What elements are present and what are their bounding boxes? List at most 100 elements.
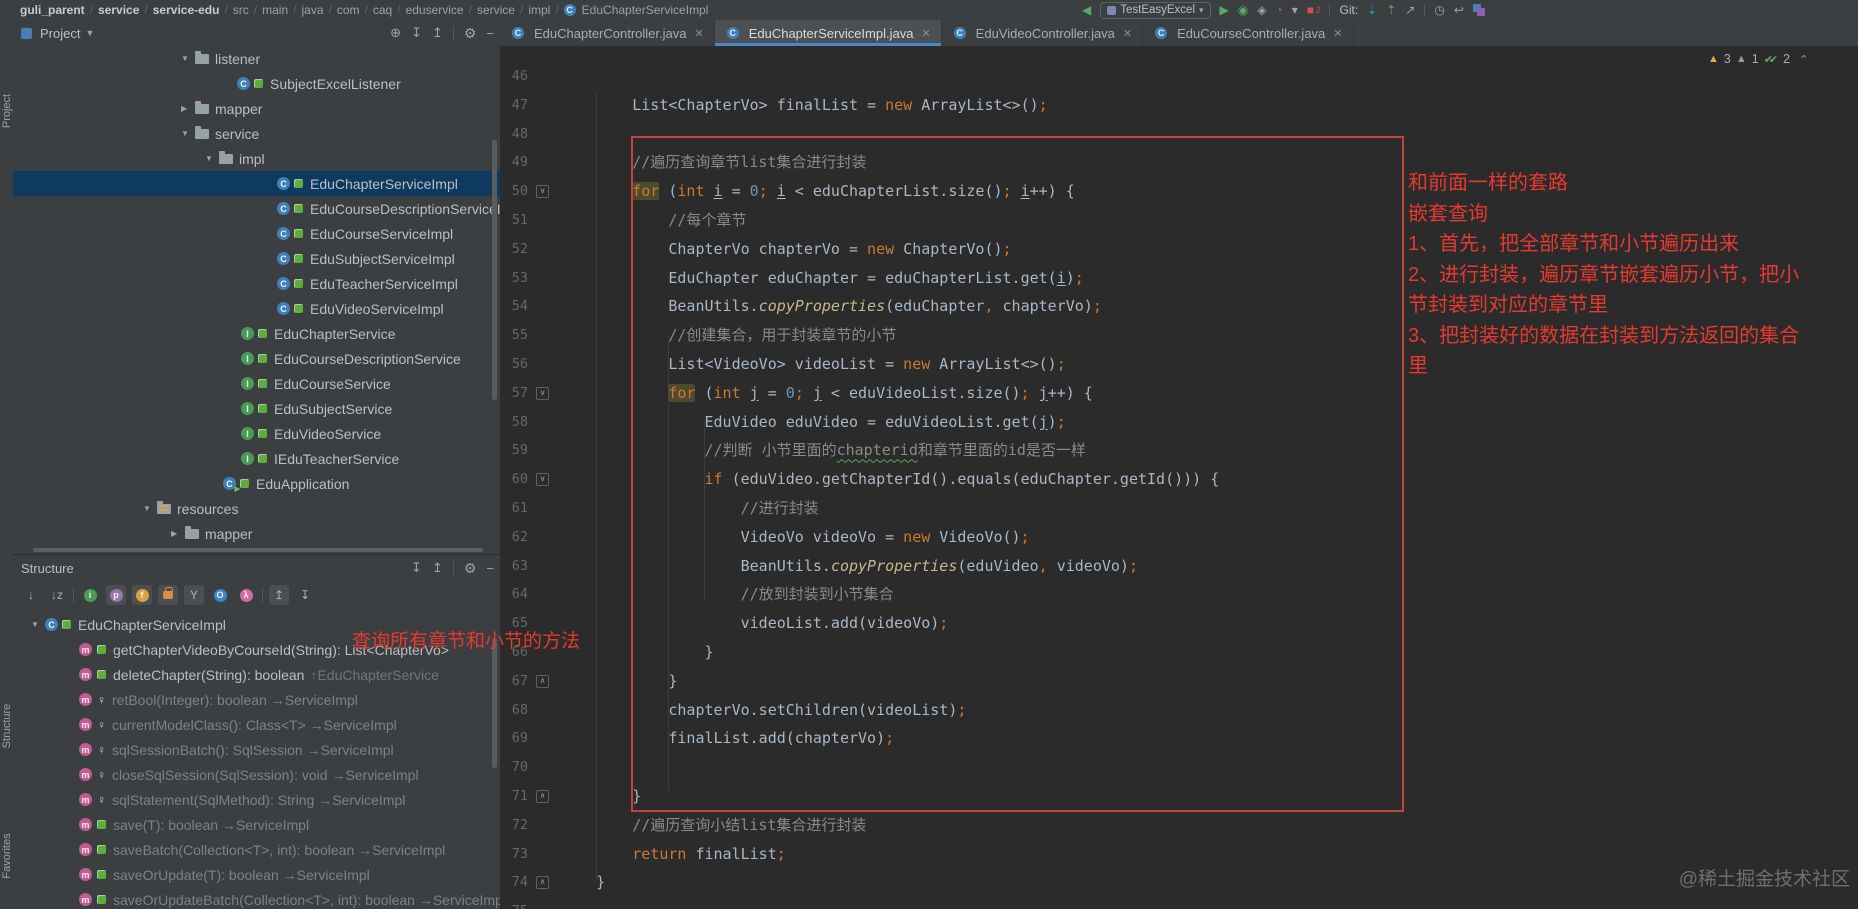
git-push-icon[interactable]: ⇡ [1386, 0, 1396, 20]
tree-expand-icon[interactable]: ▼ [181, 129, 191, 138]
structure-item[interactable]: m ♀ closeSqlSession(SqlSession): void →Ser… [13, 762, 500, 787]
tree-expand-icon[interactable]: ▼ [31, 620, 41, 629]
fold-marker-icon[interactable]: ∨ [536, 386, 549, 400]
line-number[interactable]: 52 [500, 235, 528, 264]
sort-by-visibility-icon[interactable]: ↓ [21, 585, 41, 605]
autoscroll-to-source-icon[interactable]: ↥ [269, 585, 289, 605]
autoscroll-from-source-icon[interactable]: ↧ [295, 585, 315, 605]
breadcrumb-item[interactable]: src [233, 3, 249, 17]
close-tab-icon[interactable]: ✕ [1123, 27, 1132, 40]
tree-row[interactable]: C EduChapterServiceImpl [13, 171, 500, 196]
structure-item[interactable]: m save(T): boolean →ServiceImpl [13, 812, 500, 837]
chevron-down-icon[interactable]: ▼ [85, 28, 94, 38]
breadcrumb-item[interactable]: com [337, 3, 360, 17]
vertical-scrollbar[interactable] [492, 140, 497, 400]
history-icon[interactable]: ◷ [1434, 0, 1444, 20]
structure-item[interactable]: m saveOrUpdateBatch(Collection<T>, int): … [13, 887, 500, 909]
line-number[interactable]: 73 [500, 840, 528, 869]
tree-row[interactable]: I IEduTeacherService [13, 446, 500, 471]
breadcrumb-item[interactable]: service [477, 3, 515, 17]
breadcrumb-item[interactable]: impl [528, 3, 550, 17]
line-number[interactable]: 54 [500, 292, 528, 321]
horizontal-scrollbar[interactable] [33, 548, 483, 552]
code-line[interactable]: 75 [500, 897, 1858, 909]
code-text[interactable]: } [560, 868, 605, 897]
breadcrumb-item[interactable]: main [262, 3, 288, 17]
tree-row[interactable]: I EduSubjectService [13, 396, 500, 421]
stop-icon[interactable]: ■ [1307, 0, 1314, 20]
code-text[interactable]: List<ChapterVo> finalList = new ArrayLis… [560, 91, 1047, 120]
structure-item[interactable]: m saveBatch(Collection<T>, int): boolean … [13, 837, 500, 862]
line-number[interactable]: 75 [500, 897, 528, 909]
git-compare-icon[interactable]: ↗ [1405, 0, 1415, 20]
show-lambdas-icon[interactable]: λ [236, 585, 256, 605]
code-line[interactable]: 46 [500, 62, 1858, 91]
inspections-widget[interactable]: ▲ 3 ▲ 1 ✔✔ 2 ⌃ [1708, 52, 1808, 66]
locate-file-icon[interactable]: ⊕ [390, 25, 401, 41]
show-properties-icon[interactable]: p [106, 585, 126, 605]
project-panel-title[interactable]: Project [40, 26, 80, 41]
line-number[interactable]: 47 [500, 91, 528, 120]
tool-window-tab-structure[interactable]: Structure [1, 681, 13, 771]
close-tab-icon[interactable]: ✕ [921, 27, 930, 40]
line-number[interactable]: 51 [500, 206, 528, 235]
structure-item[interactable]: m ♀ currentModelClass(): Class<T> →Service… [13, 712, 500, 737]
settings-icon[interactable]: ⚙ [464, 560, 477, 577]
line-number[interactable]: 62 [500, 523, 528, 552]
tree-row[interactable]: ▶ mapper [13, 521, 500, 546]
breadcrumb[interactable]: guli_parent / service / service-edu / src / main… [18, 3, 710, 17]
tree-row[interactable]: C EduSubjectServiceImpl [13, 246, 500, 271]
tree-row[interactable]: I EduCourseDescriptionService [13, 346, 500, 371]
breadcrumb-item[interactable]: service [98, 3, 139, 17]
line-number[interactable]: 57 [500, 379, 528, 408]
show-non-public-icon[interactable] [158, 585, 178, 605]
line-number[interactable]: 74 [500, 868, 528, 897]
tool-window-tab-favorites[interactable]: Favorites [1, 811, 13, 901]
line-number[interactable]: 48 [500, 120, 528, 149]
line-number[interactable]: 56 [500, 350, 528, 379]
line-number[interactable]: 60 [500, 465, 528, 494]
breadcrumb-item[interactable]: EduChapterServiceImpl [582, 3, 709, 17]
vertical-scrollbar[interactable] [492, 638, 497, 768]
line-number[interactable]: 67 [500, 667, 528, 696]
tree-row[interactable]: ▼ resources [13, 496, 500, 521]
breadcrumb-item[interactable]: guli_parent [20, 3, 85, 17]
tree-row[interactable]: I EduCourseService [13, 371, 500, 396]
chevron-up-icon[interactable]: ⌃ [1799, 53, 1808, 66]
fold-marker-icon[interactable]: ∨ [536, 473, 549, 487]
undo-icon[interactable]: ↩ [1454, 0, 1464, 20]
editor-tab[interactable]: C EduChapterServiceImpl.java ✕ [714, 20, 942, 46]
code-text[interactable]: //遍历查询小结list集合进行封装 [560, 811, 866, 840]
settings-icon[interactable]: ⚙ [464, 25, 477, 42]
line-number[interactable]: 68 [500, 696, 528, 725]
line-number[interactable]: 64 [500, 580, 528, 609]
hide-panel-icon[interactable]: − [486, 561, 494, 576]
editor-tab[interactable]: C EduVideoController.java ✕ [942, 20, 1144, 46]
back-icon[interactable]: ◀ [1082, 0, 1091, 20]
hide-panel-icon[interactable]: − [486, 26, 494, 41]
show-inherited-icon[interactable]: i [80, 585, 100, 605]
line-number[interactable]: 49 [500, 148, 528, 177]
show-fields-icon[interactable]: f [132, 585, 152, 605]
line-number[interactable]: 58 [500, 408, 528, 437]
line-number[interactable]: 70 [500, 753, 528, 782]
line-number[interactable]: 53 [500, 264, 528, 293]
show-anonymous-icon[interactable]: O [210, 585, 230, 605]
expand-all-icon[interactable]: ↧ [411, 560, 422, 576]
tree-expand-icon[interactable]: ▼ [181, 54, 191, 63]
line-number[interactable]: 69 [500, 724, 528, 753]
structure-item[interactable]: m deleteChapter(String): boolean ↑EduChapt… [13, 662, 500, 687]
code-text[interactable]: } [560, 782, 641, 811]
fold-marker-icon[interactable]: ∧ [536, 790, 549, 803]
expand-all-icon[interactable]: ↧ [411, 25, 422, 41]
line-number[interactable]: 50 [500, 177, 528, 206]
breadcrumb-item[interactable]: service-edu [153, 3, 220, 17]
line-number[interactable]: 61 [500, 494, 528, 523]
profiler-icon[interactable]: ◔ [1276, 0, 1283, 20]
line-number[interactable]: 71 [500, 782, 528, 811]
chevron-down-icon[interactable]: ▾ [1292, 0, 1298, 20]
sort-alphabetically-icon[interactable]: ↓z [47, 585, 67, 605]
tree-row[interactable]: C SubjectExcelListener [13, 71, 500, 96]
structure-item[interactable]: m ♀ sqlStatement(SqlMethod): String →Servi… [13, 787, 500, 812]
group-methods-icon[interactable]: Y [184, 585, 204, 605]
